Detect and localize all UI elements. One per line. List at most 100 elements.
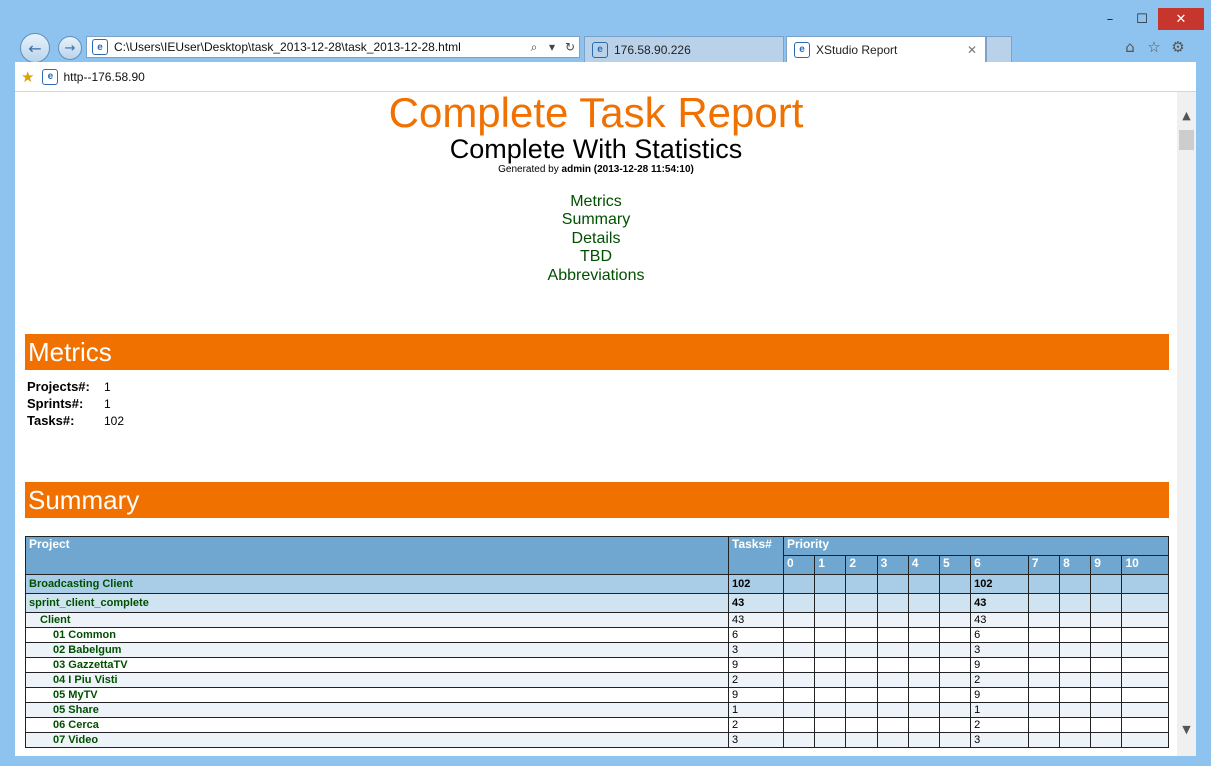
- row-priority-cell: [876, 642, 909, 658]
- dropdown-icon[interactable]: ▾: [543, 40, 561, 54]
- row-priority-cell: [814, 687, 847, 703]
- row-priority-cell: 9: [970, 687, 1029, 703]
- row-priority-cell: [938, 687, 972, 703]
- row-priority-cell: [1027, 574, 1061, 594]
- back-button[interactable]: ←: [20, 33, 50, 63]
- close-window-button[interactable]: ✕: [1158, 8, 1204, 30]
- scroll-up-icon[interactable]: ▲: [1177, 106, 1196, 124]
- metric-row: Sprints#: 1: [27, 395, 124, 412]
- vertical-scrollbar[interactable]: ▲ ▼: [1177, 92, 1196, 756]
- header-priority-level: 3: [876, 555, 909, 575]
- toc-link-details[interactable]: Details: [15, 230, 1177, 248]
- row-priority-cell: [782, 642, 816, 658]
- row-priority-cell: [938, 702, 972, 718]
- row-priority-cell: [938, 672, 972, 688]
- row-tasks: 43: [728, 612, 784, 628]
- row-priority-cell: [1121, 612, 1169, 628]
- row-priority-cell: [876, 672, 909, 688]
- row-name: 03 GazzettaTV: [25, 657, 729, 673]
- row-priority-cell: [1059, 627, 1092, 643]
- address-bar[interactable]: e C:\Users\IEUser\Desktop\task_2013-12-2…: [86, 36, 580, 58]
- forward-button[interactable]: →: [58, 36, 82, 60]
- row-priority-cell: [907, 672, 940, 688]
- scroll-thumb[interactable]: [1179, 130, 1194, 150]
- row-tasks: 6: [728, 627, 784, 643]
- row-priority-cell: [907, 612, 940, 628]
- row-priority-cell: [782, 657, 816, 673]
- ie-favorite-icon: e: [42, 68, 59, 85]
- row-priority-cell: [938, 732, 972, 748]
- toc-link-abbreviations[interactable]: Abbreviations: [15, 267, 1177, 285]
- header-priority-level: 9: [1090, 555, 1123, 575]
- table-row: 05 Share 1 1: [25, 702, 1169, 718]
- header-priority-level: 10: [1121, 555, 1169, 575]
- row-priority-cell: [1090, 593, 1123, 613]
- row-priority-cell: [876, 627, 909, 643]
- header-project: Project: [25, 536, 729, 575]
- maximize-button[interactable]: ☐: [1126, 8, 1158, 30]
- row-priority-cell: 3: [970, 732, 1029, 748]
- generated-line: Generated by admin (2013-12-28 11:54:10): [15, 164, 1177, 175]
- home-icon[interactable]: ⌂: [1119, 36, 1141, 58]
- row-priority-cell: [814, 672, 847, 688]
- row-tasks: 3: [728, 642, 784, 658]
- row-priority-cell: [1027, 702, 1061, 718]
- row-tasks: 9: [728, 687, 784, 703]
- address-url[interactable]: C:\Users\IEUser\Desktop\task_2013-12-28\…: [114, 40, 525, 54]
- row-priority-cell: [845, 702, 878, 718]
- add-favorite-icon[interactable]: ★: [21, 68, 34, 86]
- new-tab-button[interactable]: [986, 36, 1012, 62]
- report-title: Complete Task Report: [388, 92, 804, 136]
- tab-ip-address[interactable]: e 176.58.90.226: [584, 36, 784, 62]
- toc-link-tbd[interactable]: TBD: [15, 248, 1177, 266]
- row-priority-cell: [1027, 732, 1061, 748]
- row-priority-cell: [876, 574, 909, 594]
- table-row: 04 I Piu Visti 2 2: [25, 672, 1169, 688]
- favorite-link[interactable]: http--176.58.90: [63, 70, 144, 84]
- page-content: Complete Task Report Complete With Stati…: [15, 92, 1177, 756]
- row-priority-cell: [1059, 717, 1092, 733]
- row-priority-cell: [907, 627, 940, 643]
- row-priority-cell: [1027, 672, 1061, 688]
- row-priority-cell: [845, 657, 878, 673]
- row-priority-cell: [938, 717, 972, 733]
- generated-time: (2013-12-28 11:54:10): [593, 164, 694, 175]
- row-priority-cell: [876, 717, 909, 733]
- metric-value: 1: [104, 379, 111, 394]
- row-priority-cell: [938, 612, 972, 628]
- row-priority-cell: [1027, 593, 1061, 613]
- generated-prefix: Generated by: [498, 164, 559, 175]
- row-priority-cell: [782, 732, 816, 748]
- toc-link-summary[interactable]: Summary: [15, 211, 1177, 229]
- row-priority-cell: [1059, 642, 1092, 658]
- metric-row: Tasks#: 102: [27, 412, 124, 429]
- row-priority-cell: [845, 732, 878, 748]
- row-priority-cell: [876, 702, 909, 718]
- ie-tab-icon: e: [794, 41, 810, 58]
- row-priority-cell: [782, 612, 816, 628]
- row-priority-cell: [1121, 717, 1169, 733]
- metric-value: 102: [104, 413, 125, 428]
- tab-label: 176.58.90.226: [614, 42, 691, 57]
- scroll-down-icon[interactable]: ▼: [1177, 720, 1196, 738]
- ie-page-icon: e: [92, 39, 108, 55]
- row-priority-cell: [1121, 702, 1169, 718]
- row-priority-cell: [1027, 612, 1061, 628]
- row-priority-cell: [814, 627, 847, 643]
- gear-icon[interactable]: ⚙: [1167, 36, 1189, 58]
- row-priority-cell: [1090, 732, 1123, 748]
- minimize-button[interactable]: –: [1094, 8, 1126, 30]
- search-icon[interactable]: ⌕: [525, 40, 543, 55]
- refresh-icon[interactable]: ↻: [561, 40, 579, 54]
- toc-link-metrics[interactable]: Metrics: [15, 193, 1177, 211]
- row-priority-cell: [1121, 657, 1169, 673]
- row-priority-cell: [814, 702, 847, 718]
- row-priority-cell: [814, 593, 847, 613]
- row-priority-cell: [1090, 672, 1123, 688]
- tab-xstudio-report[interactable]: e XStudio Report ✕: [786, 36, 986, 62]
- row-tasks: 1: [728, 702, 784, 718]
- favorites-star-icon[interactable]: ☆: [1143, 36, 1165, 58]
- row-priority-cell: [1059, 574, 1092, 594]
- close-tab-icon[interactable]: ✕: [967, 43, 977, 57]
- back-arrow-icon: ←: [28, 38, 42, 58]
